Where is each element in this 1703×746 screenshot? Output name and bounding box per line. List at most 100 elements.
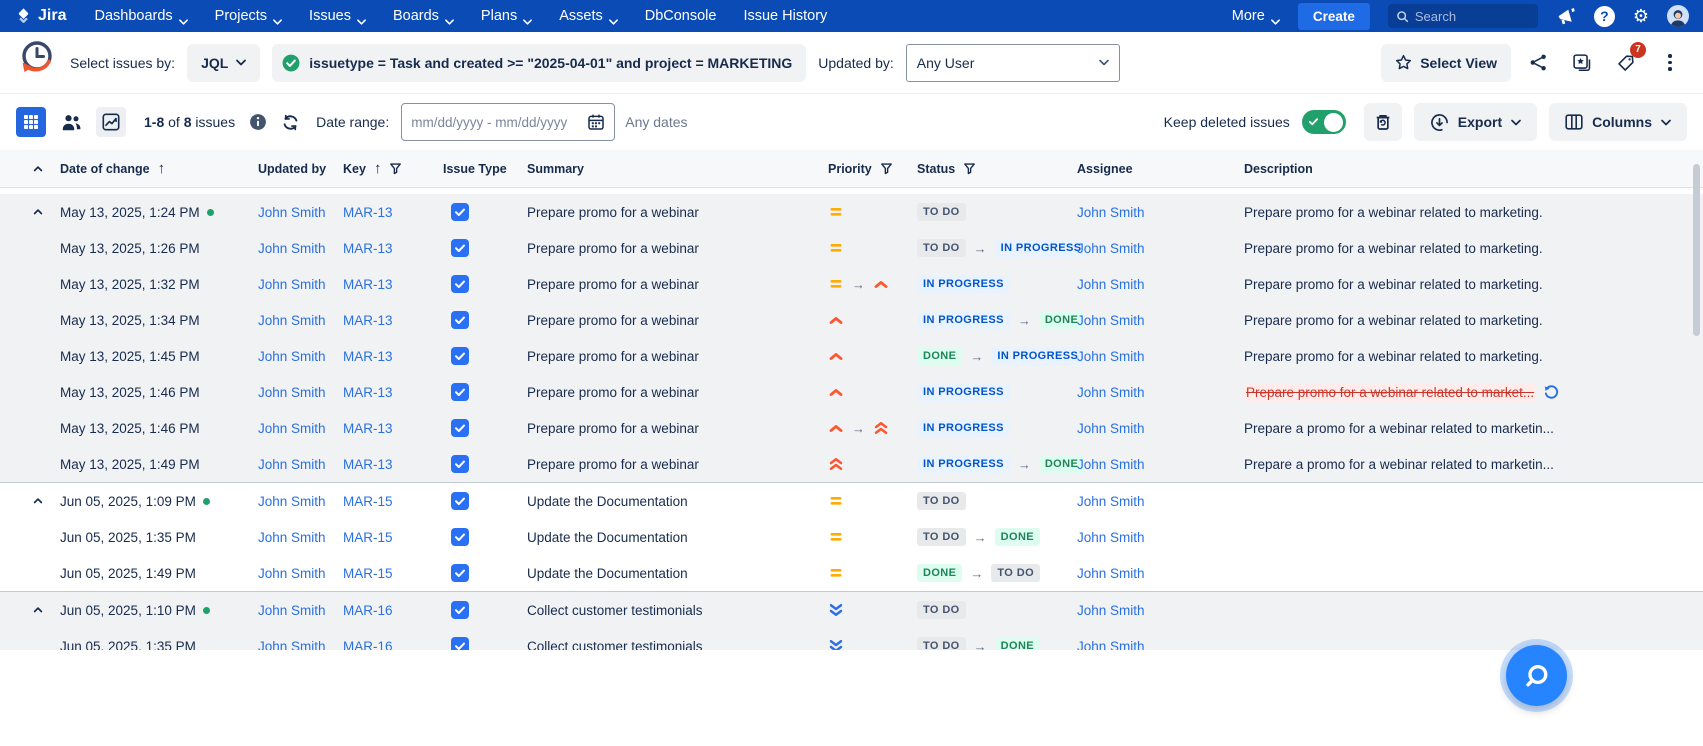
info-icon[interactable]	[249, 113, 267, 131]
updated-by-link[interactable]: John Smith	[258, 349, 326, 364]
chart-view-button[interactable]	[96, 107, 126, 137]
date-range-input[interactable]	[411, 115, 581, 130]
assignee-link[interactable]: John Smith	[1077, 241, 1145, 256]
search-input[interactable]	[1415, 9, 1530, 24]
task-type-icon[interactable]	[451, 239, 469, 257]
issue-key-link[interactable]: MAR-13	[343, 277, 393, 292]
labels-button[interactable]: 7	[1609, 46, 1643, 80]
assignee-link[interactable]: John Smith	[1077, 530, 1145, 545]
assignee-link[interactable]: John Smith	[1077, 421, 1145, 436]
issue-key-link[interactable]: MAR-13	[343, 241, 393, 256]
more-actions-kebab[interactable]	[1653, 46, 1687, 80]
collapse-group-icon[interactable]	[16, 495, 60, 507]
updated-by-link[interactable]: John Smith	[258, 205, 326, 220]
share-button[interactable]	[1521, 46, 1555, 80]
updated-by-link[interactable]: John Smith	[258, 421, 326, 436]
task-type-icon[interactable]	[451, 528, 469, 546]
query-mode-dropdown[interactable]: JQL	[187, 44, 260, 82]
priority-filter-icon[interactable]	[880, 162, 893, 175]
assignee-link[interactable]: John Smith	[1077, 494, 1145, 509]
nav-item-projects[interactable]: Projects	[215, 8, 282, 24]
updated-by-link[interactable]: John Smith	[258, 639, 326, 651]
issue-key-link[interactable]: MAR-15	[343, 494, 393, 509]
create-button[interactable]: Create	[1298, 3, 1370, 30]
assignee-link[interactable]: John Smith	[1077, 639, 1145, 651]
collapse-all-icon[interactable]	[16, 163, 60, 175]
keep-deleted-toggle[interactable]	[1302, 110, 1346, 134]
grid-view-button[interactable]	[16, 107, 46, 137]
export-button[interactable]: Export	[1414, 103, 1537, 141]
updated-by-link[interactable]: John Smith	[258, 603, 326, 618]
task-type-icon[interactable]	[451, 564, 469, 582]
task-type-icon[interactable]	[451, 492, 469, 510]
updated-by-link[interactable]: John Smith	[258, 385, 326, 400]
user-avatar[interactable]	[1667, 5, 1689, 27]
status-filter-icon[interactable]	[963, 162, 976, 175]
updated-by-link[interactable]: John Smith	[258, 241, 326, 256]
updated-by-link[interactable]: John Smith	[258, 313, 326, 328]
assignee-link[interactable]: John Smith	[1077, 349, 1145, 364]
gear-icon[interactable]: ⚙	[1633, 6, 1649, 27]
sort-asc-icon[interactable]: ↑	[158, 160, 166, 177]
jira-logo[interactable]: Jira	[14, 7, 66, 26]
issue-key-link[interactable]: MAR-13	[343, 205, 393, 220]
task-type-icon[interactable]	[451, 203, 469, 221]
restore-description-icon[interactable]	[1543, 384, 1560, 401]
people-view-button[interactable]	[56, 107, 86, 137]
task-type-icon[interactable]	[451, 275, 469, 293]
refresh-icon[interactable]	[281, 113, 300, 132]
collapse-group-icon[interactable]	[16, 604, 60, 616]
issue-key-link[interactable]: MAR-16	[343, 639, 393, 651]
floating-search-fab[interactable]	[1506, 645, 1567, 706]
updated-by-select[interactable]: Any User	[906, 44, 1120, 82]
issue-key-link[interactable]: MAR-13	[343, 421, 393, 436]
task-type-icon[interactable]	[451, 637, 469, 650]
updated-by-link[interactable]: John Smith	[258, 277, 326, 292]
task-type-icon[interactable]	[451, 601, 469, 619]
global-search[interactable]	[1388, 4, 1538, 28]
updated-by-link[interactable]: John Smith	[258, 566, 326, 581]
vertical-scrollbar[interactable]	[1693, 164, 1700, 336]
task-type-icon[interactable]	[451, 383, 469, 401]
task-type-icon[interactable]	[451, 419, 469, 437]
issue-key-link[interactable]: MAR-15	[343, 530, 393, 545]
nav-item-plans[interactable]: Plans	[481, 8, 532, 24]
key-filter-icon[interactable]	[389, 162, 402, 175]
nav-more[interactable]: More	[1232, 8, 1280, 24]
assignee-link[interactable]: John Smith	[1077, 566, 1145, 581]
updated-by-link[interactable]: John Smith	[258, 457, 326, 472]
assignee-link[interactable]: John Smith	[1077, 277, 1145, 292]
nav-item-dbconsole[interactable]: DbConsole	[645, 8, 717, 24]
issue-key-link[interactable]: MAR-13	[343, 457, 393, 472]
assignee-link[interactable]: John Smith	[1077, 313, 1145, 328]
issue-key-link[interactable]: MAR-15	[343, 566, 393, 581]
nav-item-assets[interactable]: Assets	[559, 8, 618, 24]
task-type-icon[interactable]	[451, 455, 469, 473]
assignee-link[interactable]: John Smith	[1077, 603, 1145, 618]
issue-key-link[interactable]: MAR-13	[343, 313, 393, 328]
key-sort-asc-icon[interactable]: ↑	[374, 160, 382, 177]
updated-by-link[interactable]: John Smith	[258, 530, 326, 545]
issue-key-link[interactable]: MAR-13	[343, 349, 393, 364]
nav-item-boards[interactable]: Boards	[393, 8, 454, 24]
assignee-link[interactable]: John Smith	[1077, 385, 1145, 400]
collapse-group-icon[interactable]	[16, 206, 60, 218]
trash-button[interactable]	[1364, 103, 1402, 141]
nav-item-issue-history[interactable]: Issue History	[743, 8, 827, 24]
task-type-icon[interactable]	[451, 311, 469, 329]
issue-key-link[interactable]: MAR-16	[343, 603, 393, 618]
jql-query-pill[interactable]: issuetype = Task and created >= "2025-04…	[272, 44, 806, 82]
assignee-link[interactable]: John Smith	[1077, 457, 1145, 472]
nav-item-issues[interactable]: Issues	[309, 8, 366, 24]
announcements-icon[interactable]	[1556, 7, 1576, 25]
columns-button[interactable]: Columns	[1549, 103, 1687, 141]
calendar-icon[interactable]	[587, 113, 605, 131]
nav-item-dashboards[interactable]: Dashboards	[94, 8, 187, 24]
issue-key-link[interactable]: MAR-13	[343, 385, 393, 400]
task-type-icon[interactable]	[451, 347, 469, 365]
assignee-link[interactable]: John Smith	[1077, 205, 1145, 220]
select-view-button[interactable]: Select View	[1381, 44, 1511, 82]
updated-by-link[interactable]: John Smith	[258, 494, 326, 509]
help-icon[interactable]: ?	[1594, 6, 1615, 27]
saved-views-button[interactable]	[1565, 46, 1599, 80]
